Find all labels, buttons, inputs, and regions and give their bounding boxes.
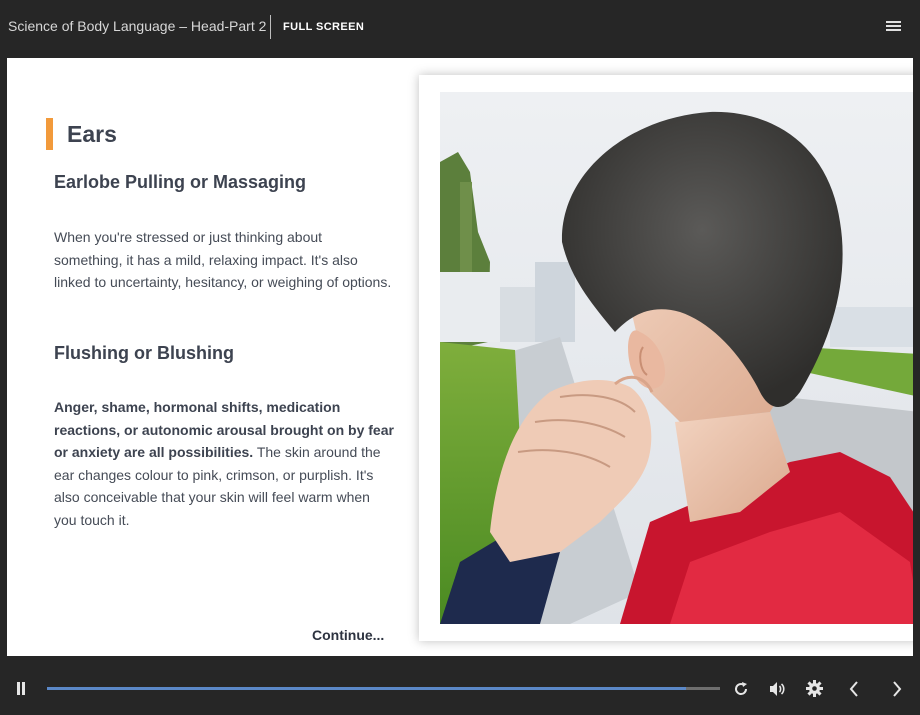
player-controls [0,658,920,715]
heading-accent-bar [46,118,53,150]
chevron-right-icon[interactable] [891,680,903,698]
paragraph-earlobe: When you're stressed or just thinking ab… [54,229,392,291]
pause-icon[interactable] [16,682,26,696]
settings-icon[interactable] [806,680,823,697]
subheading-flushing: Flushing or Blushing [54,343,234,363]
ear-touching-photo [440,92,913,624]
progress-bar[interactable] [47,687,720,690]
top-bar: Science of Body Language – Head-Part 2 F… [0,0,920,56]
paragraph-flushing: Anger, shame, hormonal shifts, medicatio… [54,396,394,532]
course-title: Science of Body Language – Head-Part 2 [8,18,267,34]
replay-icon[interactable] [733,681,749,697]
continue-button[interactable]: Continue... [312,627,384,643]
progress-fill [47,687,687,690]
slide-content: Ears Earlobe Pulling or Massaging When y… [7,58,913,656]
subheading-earlobe: Earlobe Pulling or Massaging [54,172,307,192]
chevron-left-icon[interactable] [848,680,860,698]
hamburger-menu-icon[interactable] [884,19,904,37]
title-divider [270,15,271,39]
slide-heading: Ears [67,121,117,147]
photo-frame [419,75,913,641]
volume-icon[interactable] [769,681,787,697]
full-screen-button[interactable]: FULL SCREEN [283,21,364,33]
